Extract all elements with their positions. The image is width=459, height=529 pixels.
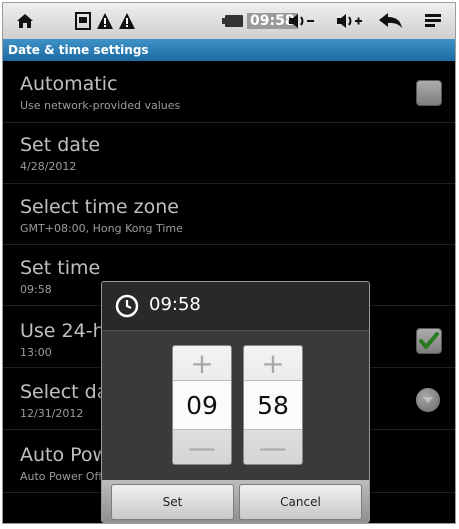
dialog-header: 09:58: [102, 282, 369, 331]
cancel-button[interactable]: Cancel: [239, 484, 362, 520]
hour-picker: + 09 —: [172, 345, 232, 465]
home-icon[interactable]: [13, 3, 37, 39]
device-screen: 09:58 Date & time settings Automatic Use…: [2, 2, 456, 524]
warning-icon: [95, 3, 115, 39]
volume-down-icon[interactable]: [285, 3, 319, 39]
dialog-title: 09:58: [149, 294, 201, 315]
minute-decrement-button[interactable]: —: [244, 429, 302, 464]
minute-value[interactable]: 58: [244, 381, 302, 429]
clock-icon: [115, 294, 139, 322]
volume-up-icon[interactable]: [333, 3, 367, 39]
set-button[interactable]: Set: [111, 484, 234, 520]
time-picker-dialog: 09:58 + 09 — + 58 — Set Cancel: [101, 281, 370, 523]
page-title: Date & time settings: [8, 43, 149, 57]
hour-decrement-button[interactable]: —: [173, 429, 231, 464]
dialog-button-bar: Set Cancel: [102, 480, 369, 522]
status-bar: 09:58: [3, 3, 455, 39]
page-title-bar: Date & time settings: [3, 39, 455, 61]
warning-icon: [117, 3, 137, 39]
back-icon[interactable]: [376, 3, 406, 39]
minute-picker: + 58 —: [243, 345, 303, 465]
notification-icon: [73, 3, 93, 39]
dialog-body: + 09 — + 58 —: [102, 331, 369, 481]
menu-icon[interactable]: [421, 3, 445, 39]
hour-increment-button[interactable]: +: [173, 346, 231, 381]
hour-value[interactable]: 09: [173, 381, 231, 429]
minute-increment-button[interactable]: +: [244, 346, 302, 381]
battery-icon: [221, 3, 245, 39]
